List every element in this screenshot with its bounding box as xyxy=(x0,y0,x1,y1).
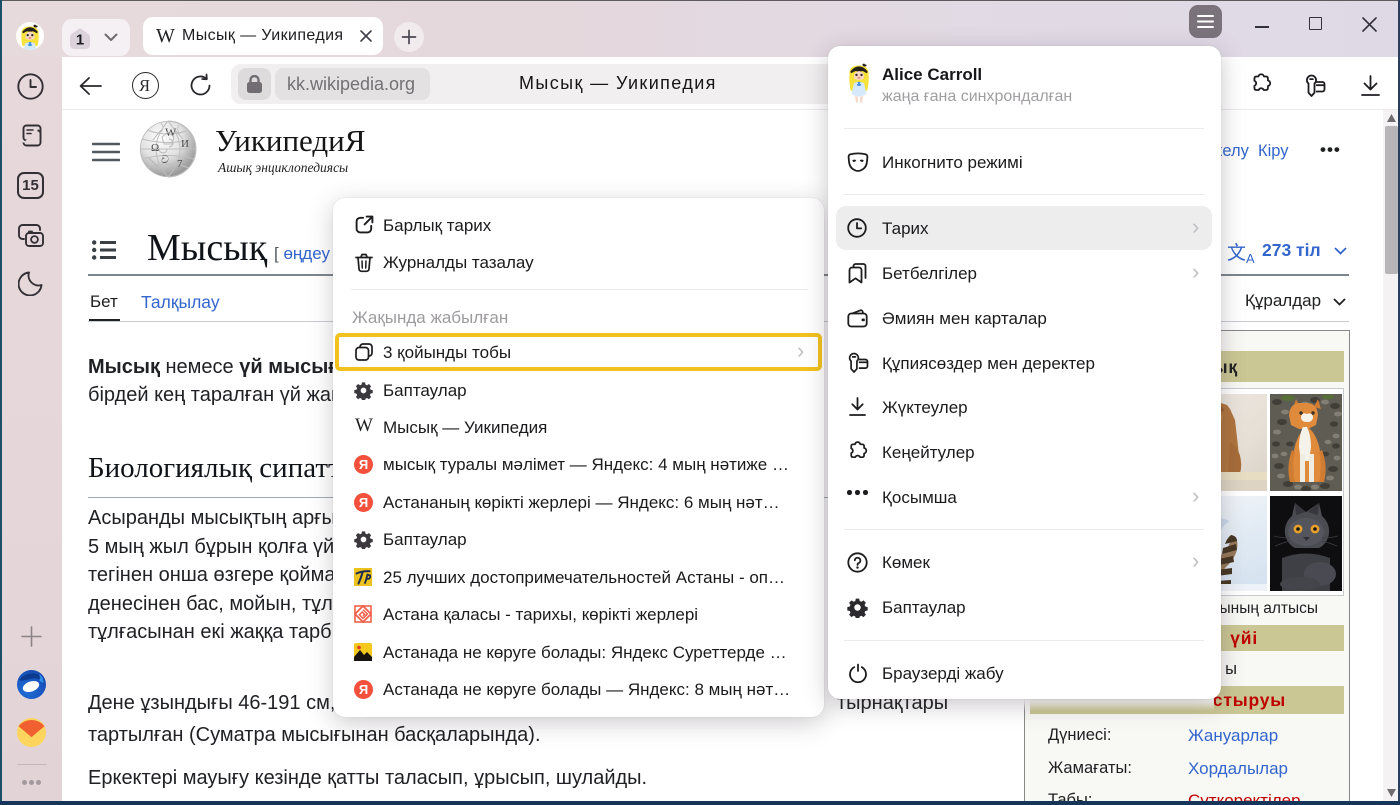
svg-text:ව: ව xyxy=(161,154,169,166)
svg-text:И: И xyxy=(181,138,189,150)
svg-text:Ω: Ω xyxy=(151,142,159,154)
svg-text:1: 1 xyxy=(76,32,84,49)
svg-text:W: W xyxy=(165,125,177,139)
svg-text:7: 7 xyxy=(177,158,183,170)
